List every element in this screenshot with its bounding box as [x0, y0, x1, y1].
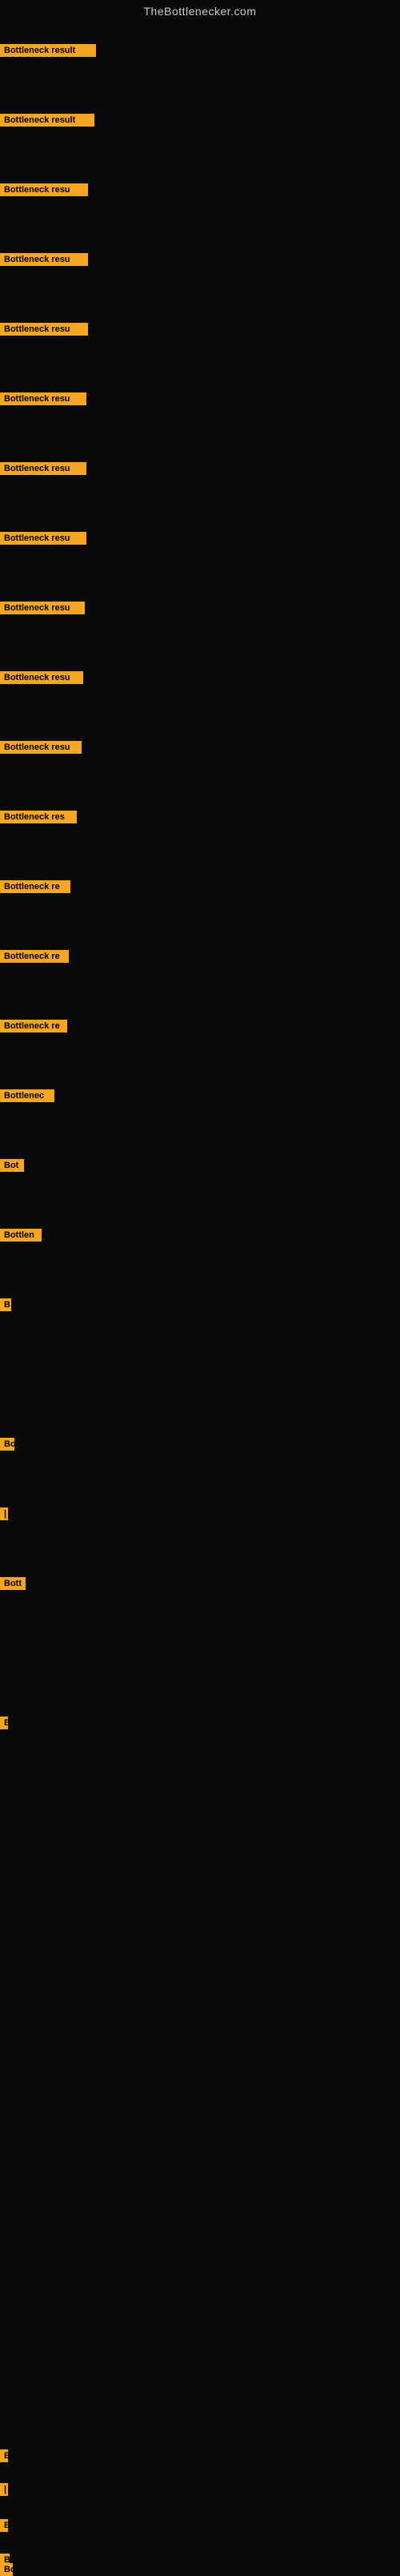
- bottleneck-item: Bot: [0, 1159, 24, 1172]
- bottleneck-item: Bottleneck resu: [0, 671, 83, 684]
- bottleneck-badge: Bottleneck resu: [0, 392, 86, 405]
- bottleneck-item: Bottleneck result: [0, 114, 94, 127]
- bottleneck-badge: Bottleneck resu: [0, 183, 88, 196]
- bottleneck-badge: |: [0, 2483, 8, 2496]
- bottleneck-item: Bottleneck res: [0, 811, 77, 823]
- bottleneck-badge: Bottleneck re: [0, 880, 70, 893]
- bottleneck-badge: |: [0, 1507, 8, 1520]
- bottleneck-badge: Bottleneck resu: [0, 602, 85, 614]
- bottleneck-badge: Bottleneck resu: [0, 671, 83, 684]
- bottleneck-item: Bottleneck re: [0, 1020, 67, 1032]
- bottleneck-item: Bottleneck resu: [0, 602, 85, 614]
- bottleneck-badge: Bottleneck resu: [0, 462, 86, 475]
- bottleneck-item: Bottleneck resu: [0, 741, 82, 754]
- bottleneck-badge: E: [0, 2449, 8, 2462]
- bottleneck-item: Bottleneck resu: [0, 532, 86, 545]
- bottleneck-badge: Bo: [0, 2563, 13, 2576]
- bottleneck-item: Bo: [0, 2563, 13, 2576]
- bottleneck-item: |: [0, 2483, 8, 2496]
- bottleneck-item: E: [0, 2449, 8, 2462]
- bottleneck-item: Bottleneck result: [0, 44, 96, 57]
- bottleneck-badge: Bottleneck result: [0, 114, 94, 127]
- bottleneck-badge: B: [0, 1298, 11, 1311]
- bottleneck-item: Bottleneck re: [0, 880, 70, 893]
- bottleneck-badge: Bottlenec: [0, 1089, 54, 1102]
- bottleneck-item: Bott: [0, 1577, 26, 1590]
- bottleneck-badge: Bottleneck resu: [0, 741, 82, 754]
- bottleneck-badge: Bottleneck resu: [0, 532, 86, 545]
- bottleneck-item: E: [0, 1717, 8, 1729]
- bottleneck-badge: Bottleneck resu: [0, 323, 88, 336]
- bottleneck-item: Bottleneck re: [0, 950, 69, 963]
- bottleneck-item: Bo: [0, 1438, 14, 1451]
- bottleneck-badge: Bo: [0, 1438, 14, 1451]
- bottleneck-item: Bottleneck resu: [0, 392, 86, 405]
- bottleneck-badge: Bottleneck re: [0, 950, 69, 963]
- bottleneck-badge: Bottleneck re: [0, 1020, 67, 1032]
- bottleneck-item: Bottleneck resu: [0, 323, 88, 336]
- bottleneck-item: Bottlenec: [0, 1089, 54, 1102]
- bottleneck-badge: Bott: [0, 1577, 26, 1590]
- bottleneck-badge: E: [0, 1717, 8, 1729]
- bottleneck-badge: Bottlen: [0, 1229, 42, 1242]
- bottleneck-badge: Bottleneck res: [0, 811, 77, 823]
- bottleneck-item: Bottlen: [0, 1229, 42, 1242]
- bottleneck-item: |: [0, 1507, 8, 1520]
- bottleneck-item: Bottleneck resu: [0, 462, 86, 475]
- site-title: TheBottlenecker.com: [0, 0, 400, 21]
- bottleneck-badge: Bottleneck result: [0, 44, 96, 57]
- bottleneck-badge: Bot: [0, 1159, 24, 1172]
- bottleneck-badge: E: [0, 2519, 8, 2532]
- bottleneck-item: E: [0, 2519, 8, 2532]
- bottleneck-item: Bottleneck resu: [0, 183, 88, 196]
- bottleneck-item: Bottleneck resu: [0, 253, 88, 266]
- bottleneck-badge: Bottleneck resu: [0, 253, 88, 266]
- bottleneck-item: B: [0, 1298, 11, 1311]
